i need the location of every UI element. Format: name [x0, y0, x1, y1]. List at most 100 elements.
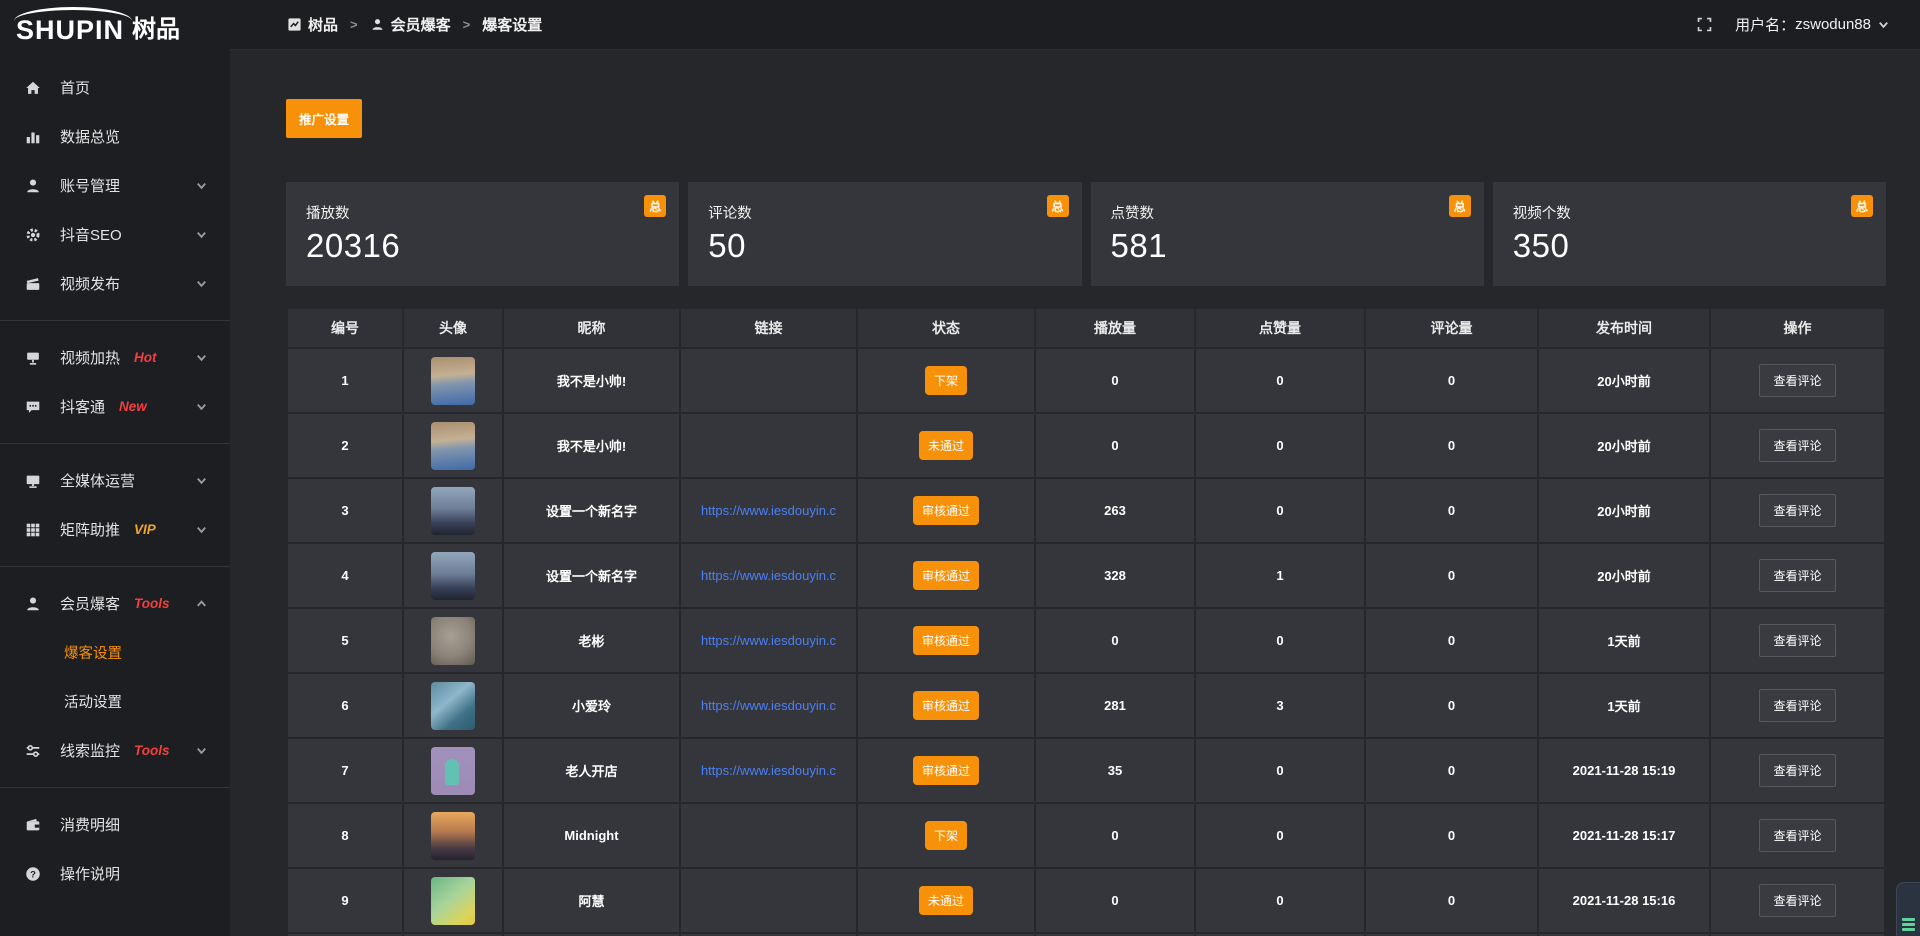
user-menu[interactable]: 用户名： zswodun88 [1735, 14, 1890, 35]
cell-id: 2 [287, 413, 403, 478]
member-icon [23, 595, 43, 613]
breadcrumb: 树品>会员爆客>爆客设置 [287, 14, 542, 35]
view-comments-button[interactable]: 查看评论 [1759, 494, 1835, 527]
cell-comments: 0 [1365, 348, 1538, 413]
sidebar-item[interactable]: 抖客通New [0, 382, 230, 431]
status-badge-button[interactable]: 未通过 [919, 886, 973, 915]
comments-value: 0 [1448, 568, 1455, 583]
sidebar-subitem[interactable]: 活动设置 [0, 677, 230, 726]
view-comments-button[interactable]: 查看评论 [1759, 884, 1835, 917]
video-link[interactable]: https://www.iesdouyin.c [681, 698, 856, 713]
status-badge-button[interactable]: 审核通过 [913, 561, 979, 590]
table-row: 2我不是小帅!未通过00020小时前查看评论 [287, 413, 1885, 478]
chevron-down-icon [195, 228, 208, 241]
cell-publish-time: 20小时前 [1538, 413, 1710, 478]
cell-link [680, 413, 857, 478]
sidebar-item[interactable]: 视频发布 [0, 259, 230, 308]
status-badge-button[interactable]: 审核通过 [913, 496, 979, 525]
plays-value: 263 [1104, 503, 1126, 518]
chevron-down-icon [195, 474, 208, 487]
table-header-cell: 评论量 [1365, 308, 1538, 348]
cell-link: https://www.iesdouyin.c [680, 478, 857, 543]
row-id: 2 [341, 438, 348, 453]
sidebar-item[interactable]: 线索监控Tools [0, 726, 230, 775]
svg-text:?: ? [30, 869, 36, 880]
cell-comments: 0 [1365, 868, 1538, 933]
cell-status: 审核通过 [857, 478, 1035, 543]
video-link[interactable]: https://www.iesdouyin.c [681, 568, 856, 583]
status-badge-button[interactable]: 未通过 [919, 431, 973, 460]
chevron-down-icon [195, 400, 208, 413]
sidebar-item-label: 消费明细 [60, 814, 120, 835]
sidebar-subitem[interactable]: 爆客设置 [0, 628, 230, 677]
nickname-text: Midnight [564, 828, 618, 843]
sidebar-item[interactable]: 会员爆客 Tools [0, 579, 230, 628]
stat-card-label: 评论数 [708, 202, 1061, 223]
sidebar-item[interactable]: 消费明细 [0, 800, 230, 849]
sidebar-item[interactable]: ?操作说明 [0, 849, 230, 898]
view-comments-button[interactable]: 查看评论 [1759, 429, 1835, 462]
monitor-icon [23, 472, 43, 490]
cell-link [680, 868, 857, 933]
comments-value: 0 [1448, 763, 1455, 778]
view-comments-button[interactable]: 查看评论 [1759, 754, 1835, 787]
status-badge-button[interactable]: 下架 [925, 366, 967, 395]
video-link[interactable]: https://www.iesdouyin.c [681, 763, 856, 778]
status-badge-button[interactable]: 审核通过 [913, 626, 979, 655]
sidebar-item-badge: Tools [134, 596, 170, 611]
plays-value: 328 [1104, 568, 1126, 583]
status-badge-button[interactable]: 审核通过 [913, 756, 979, 785]
sidebar-item[interactable]: 全媒体运营 [0, 456, 230, 505]
video-link[interactable]: https://www.iesdouyin.c [681, 633, 856, 648]
username-value: zswodun88 [1795, 16, 1871, 33]
breadcrumb-item[interactable]: 会员爆客 [370, 14, 451, 35]
cell-status: 审核通过 [857, 608, 1035, 673]
cell-avatar [403, 738, 503, 803]
cell-nickname: 设置一个新名字 [503, 478, 680, 543]
view-comments-button[interactable]: 查看评论 [1759, 819, 1835, 852]
cell-comments: 0 [1365, 543, 1538, 608]
sidebar-item[interactable]: 数据总览 [0, 112, 230, 161]
publish-time-text: 2021-11-28 15:19 [1573, 763, 1676, 778]
fullscreen-icon[interactable] [1696, 16, 1713, 33]
stat-card-total-badge: 总 [1851, 195, 1873, 217]
view-comments-button[interactable]: 查看评论 [1759, 689, 1835, 722]
sidebar-item[interactable]: 抖音SEO [0, 210, 230, 259]
video-link[interactable]: https://www.iesdouyin.c [681, 503, 856, 518]
cell-avatar [403, 803, 503, 868]
nickname-text: 我不是小帅! [557, 439, 626, 454]
sidebar-divider [0, 443, 230, 444]
cell-avatar [403, 413, 503, 478]
cell-link [680, 348, 857, 413]
promo-settings-button[interactable]: 推广设置 [286, 99, 362, 138]
status-badge-button[interactable]: 下架 [925, 821, 967, 850]
view-comments-button[interactable]: 查看评论 [1759, 364, 1835, 397]
avatar [431, 617, 475, 665]
cell-plays: 0 [1035, 348, 1195, 413]
sidebar-item[interactable]: 首页 [0, 63, 230, 112]
breadcrumb-item[interactable]: 爆客设置 [482, 14, 542, 35]
plays-value: 0 [1111, 893, 1118, 908]
stat-card-value: 50 [708, 227, 1061, 265]
avatar [431, 812, 475, 860]
view-comments-button[interactable]: 查看评论 [1759, 559, 1835, 592]
chevron-down-icon [1877, 18, 1890, 31]
cell-id: 4 [287, 543, 403, 608]
cell-link: https://www.iesdouyin.c [680, 738, 857, 803]
sidebar-item[interactable]: 账号管理 [0, 161, 230, 210]
stat-card-label: 播放数 [306, 202, 659, 223]
cell-comments: 0 [1365, 478, 1538, 543]
status-badge-button[interactable]: 审核通过 [913, 691, 979, 720]
cell-action: 查看评论 [1710, 478, 1885, 543]
breadcrumb-separator: > [350, 17, 358, 32]
table-header-cell: 编号 [287, 308, 403, 348]
corner-helper-widget[interactable] [1896, 882, 1920, 936]
breadcrumb-item[interactable]: 树品 [287, 14, 338, 35]
sidebar-item-badge: Tools [134, 743, 170, 758]
cell-comments: 0 [1365, 608, 1538, 673]
sidebar-item[interactable]: 矩阵助推VIP [0, 505, 230, 554]
view-comments-button[interactable]: 查看评论 [1759, 624, 1835, 657]
sidebar-item[interactable]: 视频加热Hot [0, 333, 230, 382]
sidebar-item-label: 会员爆客 [60, 593, 120, 614]
table-row: 7老人开店https://www.iesdouyin.c审核通过35002021… [287, 738, 1885, 803]
